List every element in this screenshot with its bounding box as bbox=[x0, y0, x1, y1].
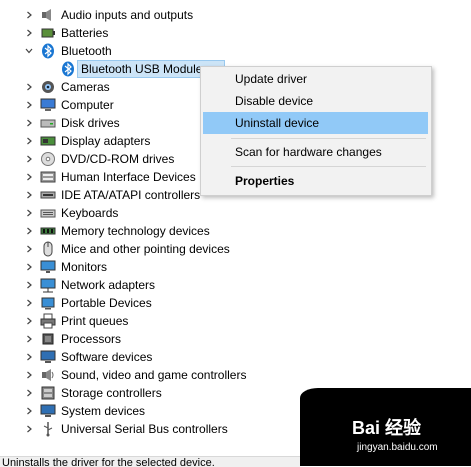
tree-item-label: DVD/CD-ROM drives bbox=[61, 152, 175, 166]
tree-item[interactable]: Mice and other pointing devices bbox=[0, 240, 471, 258]
menu-separator bbox=[231, 138, 426, 139]
tree-item[interactable]: Network adapters bbox=[0, 276, 471, 294]
portable-device-icon bbox=[40, 295, 56, 311]
camera-icon bbox=[40, 79, 56, 95]
tree-item-label: Network adapters bbox=[61, 278, 156, 292]
tree-item-label: Monitors bbox=[61, 260, 108, 274]
speaker-icon bbox=[40, 7, 56, 23]
tree-item[interactable]: Processors bbox=[0, 330, 471, 348]
menu-item-uninstall-device[interactable]: Uninstall device bbox=[203, 112, 428, 134]
chevron-right-icon[interactable] bbox=[22, 96, 36, 114]
tree-item-label: Cameras bbox=[61, 80, 110, 94]
tree-item[interactable]: Software devices bbox=[0, 348, 471, 366]
bluetooth-icon bbox=[40, 43, 56, 59]
tree-item[interactable]: Sound, video and game controllers bbox=[0, 366, 471, 384]
battery-icon bbox=[40, 25, 56, 41]
chevron-right-icon[interactable] bbox=[22, 168, 36, 186]
tree-item[interactable]: Bluetooth bbox=[0, 42, 471, 60]
tree-item-label: Print queues bbox=[61, 314, 129, 328]
chevron-down-icon[interactable] bbox=[22, 42, 36, 60]
tree-item[interactable]: Keyboards bbox=[0, 204, 471, 222]
tree-item-label: Universal Serial Bus controllers bbox=[61, 422, 228, 436]
chevron-right-icon[interactable] bbox=[22, 114, 36, 132]
chevron-right-icon[interactable] bbox=[22, 330, 36, 348]
chevron-right-icon[interactable] bbox=[22, 78, 36, 96]
chevron-right-icon[interactable] bbox=[22, 402, 36, 420]
printer-icon bbox=[40, 313, 56, 329]
network-adapter-icon bbox=[40, 277, 56, 293]
tree-item-label: IDE ATA/ATAPI controllers bbox=[61, 188, 201, 202]
watermark-site: jingyan.baidu.com bbox=[357, 442, 438, 453]
memory-icon bbox=[40, 223, 56, 239]
tree-item-label: Storage controllers bbox=[61, 386, 162, 400]
display-adapter-icon bbox=[40, 133, 56, 149]
tree-item-label: Keyboards bbox=[61, 206, 119, 220]
bluetooth-icon bbox=[60, 61, 76, 77]
hid-icon bbox=[40, 169, 56, 185]
watermark-brand: Bai 经验 bbox=[352, 418, 422, 438]
chevron-right-icon[interactable] bbox=[22, 186, 36, 204]
menu-item-scan-hardware[interactable]: Scan for hardware changes bbox=[203, 141, 428, 163]
tree-item-label: System devices bbox=[61, 404, 146, 418]
chevron-right-icon[interactable] bbox=[22, 276, 36, 294]
tree-item-label: Software devices bbox=[61, 350, 153, 364]
tree-item-label: Sound, video and game controllers bbox=[61, 368, 247, 382]
tree-item-label: Portable Devices bbox=[61, 296, 152, 310]
context-menu: Update driver Disable device Uninstall d… bbox=[200, 66, 432, 196]
ide-controller-icon bbox=[40, 187, 56, 203]
menu-separator bbox=[231, 166, 426, 167]
chevron-right-icon[interactable] bbox=[22, 132, 36, 150]
tree-item-label: Bluetooth bbox=[61, 44, 112, 58]
usb-icon bbox=[40, 421, 56, 437]
menu-item-disable-device[interactable]: Disable device bbox=[203, 90, 428, 112]
tree-item-label: Bluetooth USB Module bbox=[81, 62, 203, 76]
tree-item[interactable]: Audio inputs and outputs bbox=[0, 6, 471, 24]
mouse-icon bbox=[40, 241, 56, 257]
tree-item[interactable]: Print queues bbox=[0, 312, 471, 330]
processor-icon bbox=[40, 331, 56, 347]
monitor-icon bbox=[40, 259, 56, 275]
tree-item-label: Processors bbox=[61, 332, 122, 346]
tree-item-label: Mice and other pointing devices bbox=[61, 242, 230, 256]
system-device-icon bbox=[40, 403, 56, 419]
storage-controller-icon bbox=[40, 385, 56, 401]
chevron-right-icon[interactable] bbox=[22, 6, 36, 24]
disk-drive-icon bbox=[40, 115, 56, 131]
chevron-right-icon[interactable] bbox=[22, 150, 36, 168]
tree-item-label: Display adapters bbox=[61, 134, 151, 148]
computer-icon bbox=[40, 97, 56, 113]
chevron-right-icon[interactable] bbox=[22, 240, 36, 258]
chevron-right-icon[interactable] bbox=[22, 348, 36, 366]
chevron-right-icon[interactable] bbox=[22, 204, 36, 222]
menu-item-update-driver[interactable]: Update driver bbox=[203, 68, 428, 90]
tree-item-label: Batteries bbox=[61, 26, 109, 40]
keyboard-icon bbox=[40, 205, 56, 221]
sound-icon bbox=[40, 367, 56, 383]
chevron-right-icon[interactable] bbox=[22, 294, 36, 312]
chevron-right-icon[interactable] bbox=[22, 312, 36, 330]
chevron-right-icon[interactable] bbox=[22, 366, 36, 384]
chevron-right-icon[interactable] bbox=[22, 24, 36, 42]
chevron-right-icon[interactable] bbox=[22, 222, 36, 240]
chevron-right-icon[interactable] bbox=[22, 258, 36, 276]
tree-item[interactable]: Batteries bbox=[0, 24, 471, 42]
menu-item-properties[interactable]: Properties bbox=[203, 170, 428, 192]
tree-item-label: Computer bbox=[61, 98, 114, 112]
dvd-drive-icon bbox=[40, 151, 56, 167]
software-device-icon bbox=[40, 349, 56, 365]
tree-item[interactable]: Portable Devices bbox=[0, 294, 471, 312]
tree-item[interactable]: Monitors bbox=[0, 258, 471, 276]
chevron-right-icon[interactable] bbox=[22, 420, 36, 438]
tree-item-label: Human Interface Devices bbox=[61, 170, 196, 184]
tree-item-label: Audio inputs and outputs bbox=[61, 8, 194, 22]
chevron-right-icon[interactable] bbox=[22, 384, 36, 402]
tree-item[interactable]: Memory technology devices bbox=[0, 222, 471, 240]
status-bar: Uninstalls the driver for the selected d… bbox=[0, 456, 300, 467]
tree-item-label: Memory technology devices bbox=[61, 224, 210, 238]
tree-item-label: Disk drives bbox=[61, 116, 120, 130]
